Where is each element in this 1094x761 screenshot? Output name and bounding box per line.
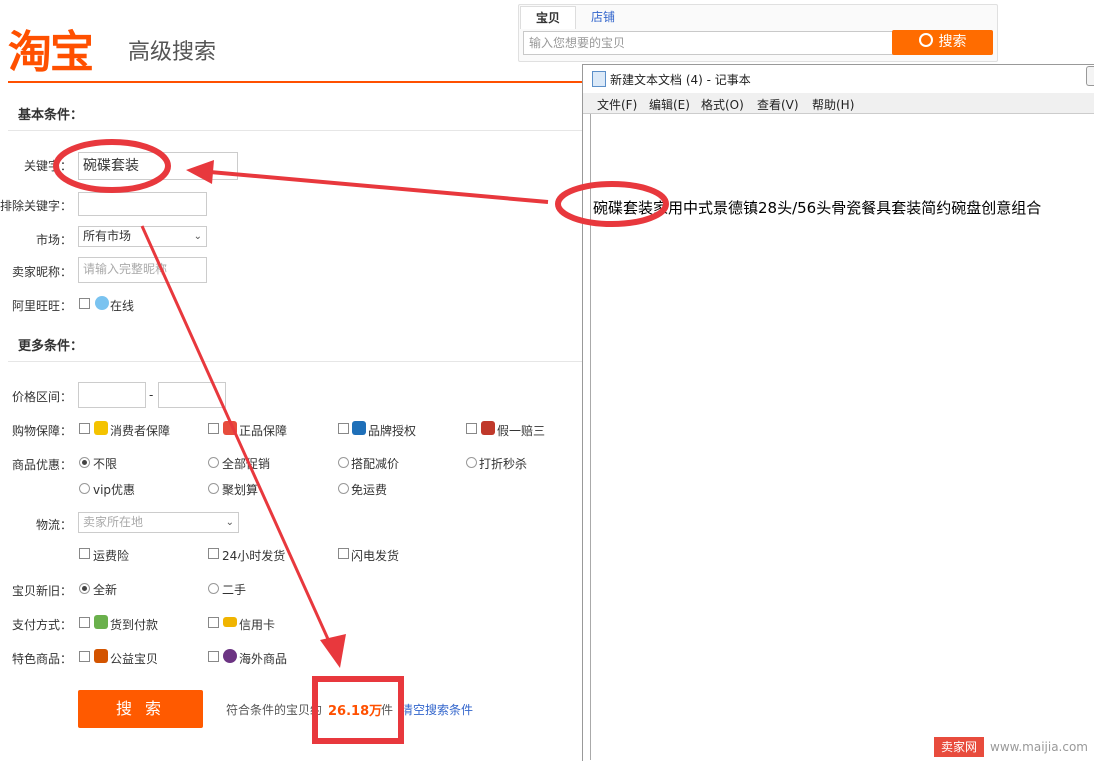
- result-highlight-box: [312, 676, 404, 744]
- watermark-badge: 卖家网: [934, 737, 984, 757]
- arrow-line: [140, 225, 334, 649]
- keyword-highlight-ellipse: [53, 139, 171, 193]
- arrow-head: [320, 634, 346, 668]
- annotation-overlay: [53, 139, 669, 744]
- notepad-highlight-ellipse: [555, 181, 669, 227]
- watermark-url: www.maijia.com: [990, 740, 1088, 754]
- arrow-line: [209, 170, 549, 204]
- arrow-head: [186, 160, 214, 184]
